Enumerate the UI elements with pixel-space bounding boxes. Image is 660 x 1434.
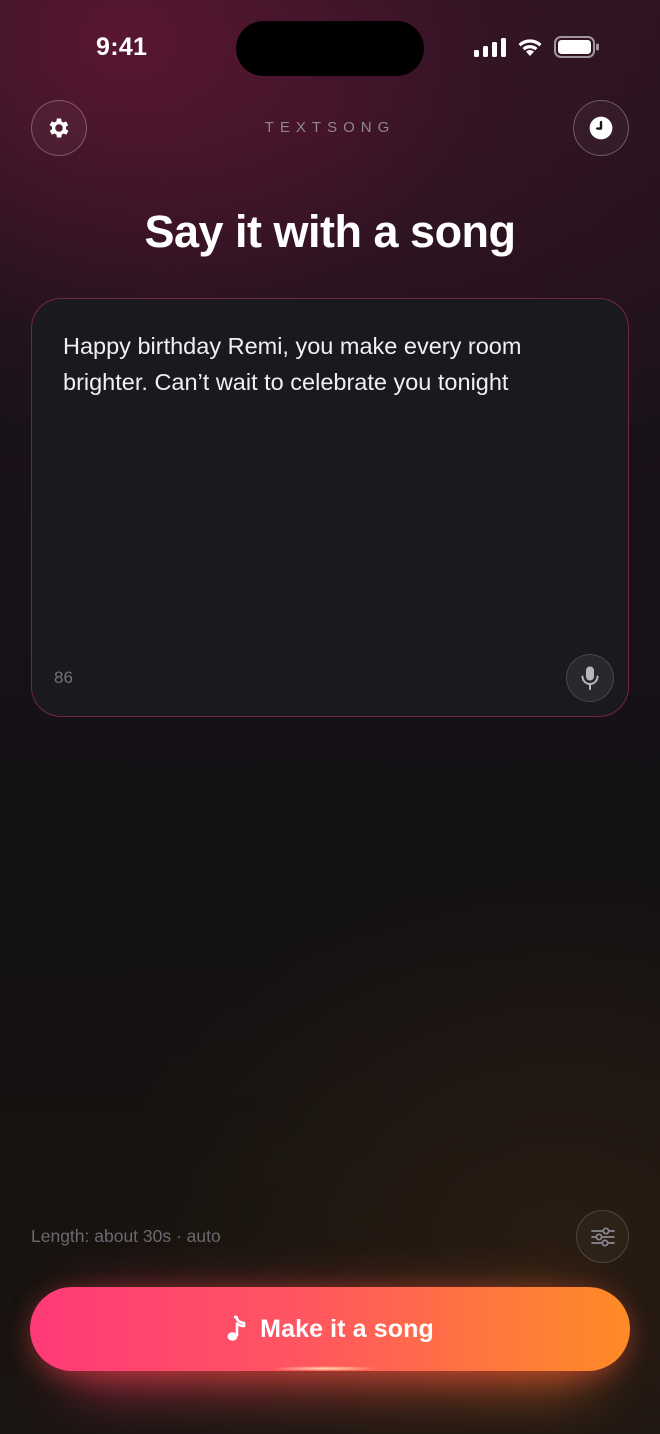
status-bar: 9:41 (0, 0, 660, 100)
message-textarea[interactable]: Happy birthday Remi, you make every room… (31, 298, 629, 717)
character-count: 86 (54, 668, 73, 687)
make-song-button[interactable]: Make it a song (30, 1287, 630, 1371)
make-song-label: Make it a song (260, 1314, 434, 1343)
microphone-icon (581, 666, 599, 690)
battery-icon (554, 36, 599, 58)
app-screen: 9:41 TEXTSONG Say it with a song Happy b… (0, 0, 660, 1434)
sliders-icon (590, 1227, 615, 1246)
length-label: Length: about 30s · auto (31, 1226, 221, 1246)
wifi-icon (518, 39, 542, 56)
history-button[interactable] (573, 100, 629, 156)
dynamic-island (236, 21, 424, 76)
song-options-button[interactable] (576, 1210, 629, 1263)
cta-shine (270, 1366, 380, 1371)
status-icons (474, 36, 600, 58)
page-title: Say it with a song (144, 206, 516, 257)
status-time: 9:41 (96, 33, 148, 61)
voice-input-button[interactable] (566, 654, 614, 702)
cellular-signal-icon (474, 37, 506, 57)
clock-icon (589, 116, 613, 140)
message-text[interactable]: Happy birthday Remi, you make every room… (63, 328, 603, 400)
music-note-icon (227, 1315, 246, 1341)
app-brand: TEXTSONG (264, 119, 396, 136)
